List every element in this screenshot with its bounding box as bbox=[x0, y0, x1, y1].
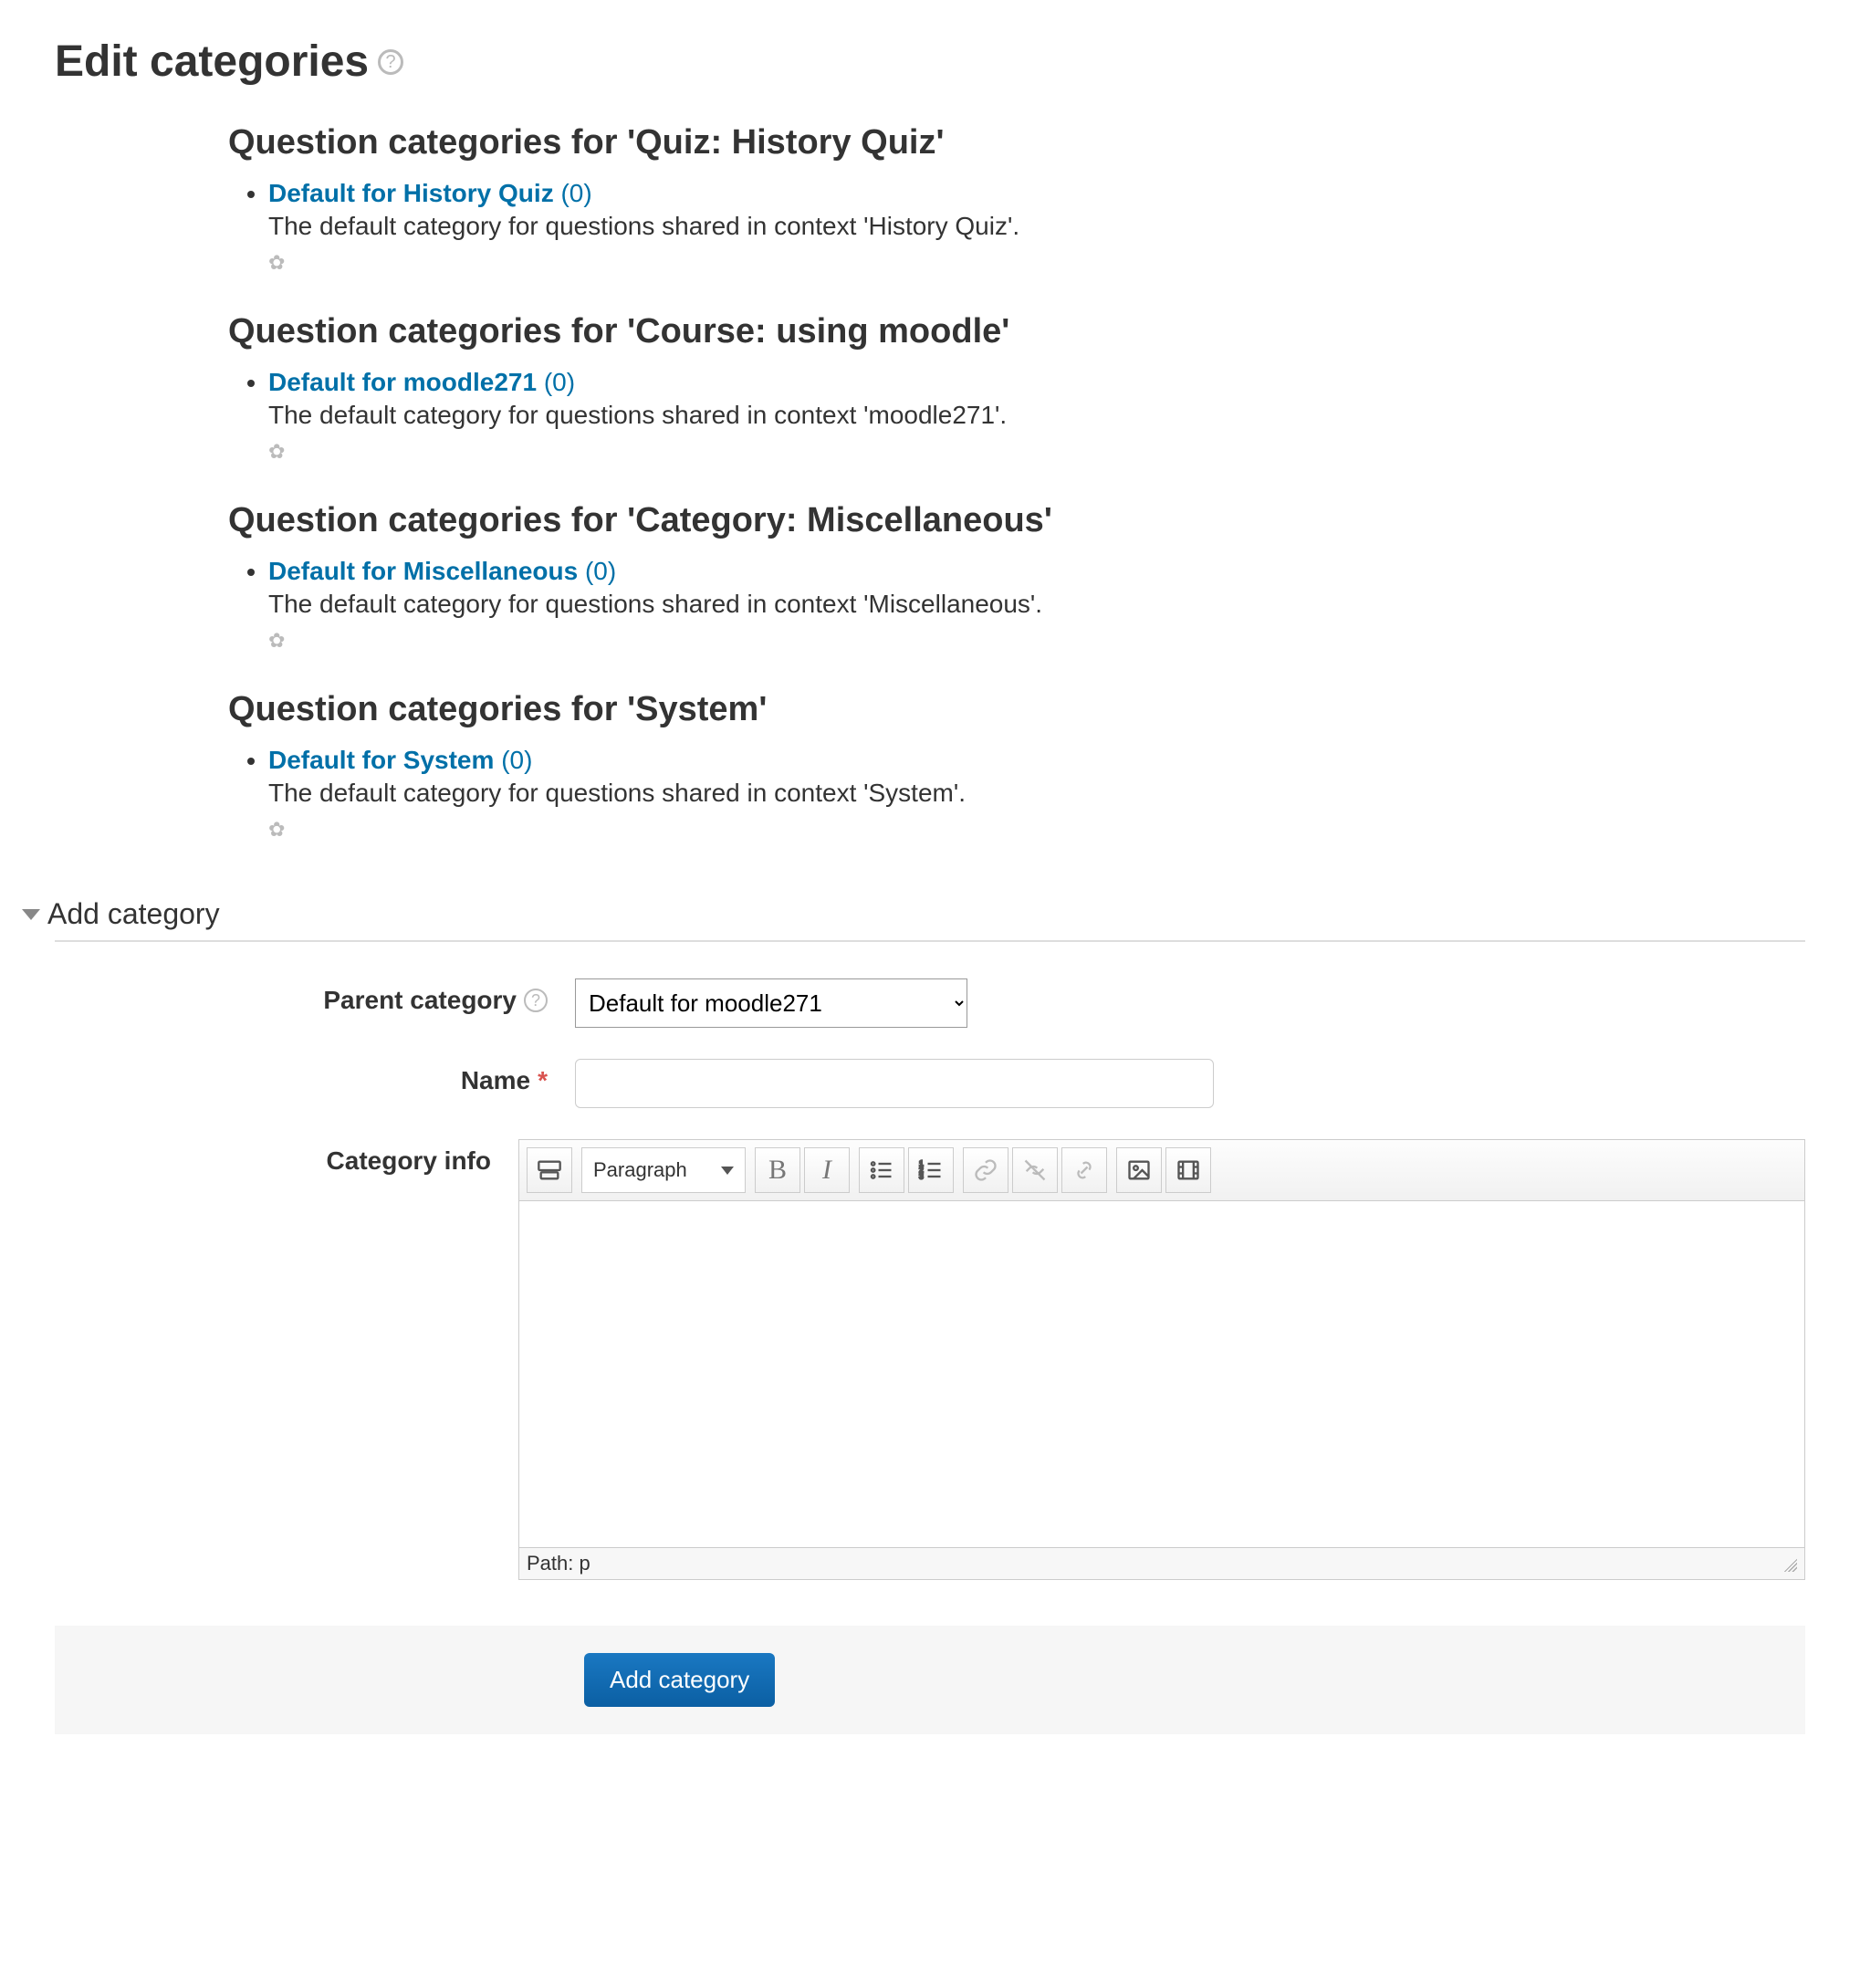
context-block: Question categories for 'Quiz: History Q… bbox=[228, 123, 1805, 276]
category-list: Default for System (0) The default categ… bbox=[268, 746, 1805, 842]
category-desc: The default category for questions share… bbox=[268, 779, 1805, 808]
required-marker: * bbox=[538, 1066, 548, 1095]
paragraph-format-label: Paragraph bbox=[593, 1158, 687, 1182]
category-desc: The default category for questions share… bbox=[268, 590, 1805, 619]
category-link[interactable]: Default for System bbox=[268, 746, 494, 774]
category-list: Default for Miscellaneous (0) The defaul… bbox=[268, 557, 1805, 654]
context-block: Question categories for 'Category: Misce… bbox=[228, 501, 1805, 654]
form-row-name: Name * bbox=[55, 1059, 1805, 1108]
page-title: Edit categories ? bbox=[55, 37, 1805, 87]
submit-row: Add category bbox=[55, 1626, 1805, 1734]
category-item: Default for History Quiz (0) The default… bbox=[268, 179, 1805, 276]
form-row-parent: Parent category ? Default for moodle271 bbox=[55, 978, 1805, 1028]
editor-path-bar: Path: p bbox=[518, 1548, 1805, 1580]
category-desc: The default category for questions share… bbox=[268, 401, 1805, 430]
category-count: (0) bbox=[544, 368, 575, 396]
anchor-button[interactable] bbox=[1061, 1147, 1107, 1193]
gear-icon[interactable]: ✿ bbox=[268, 440, 285, 464]
category-list: Default for moodle271 (0) The default ca… bbox=[268, 368, 1805, 465]
category-list: Default for History Quiz (0) The default… bbox=[268, 179, 1805, 276]
add-category-section: Add category Parent category ? Default f… bbox=[55, 897, 1805, 1734]
parent-category-select[interactable]: Default for moodle271 bbox=[575, 978, 967, 1028]
editor-path-text: Path: p bbox=[527, 1552, 590, 1575]
category-link[interactable]: Default for moodle271 bbox=[268, 368, 537, 396]
form-row-info: Category info Paragraph bbox=[55, 1139, 1805, 1580]
toolbar-toggle-button[interactable] bbox=[527, 1147, 572, 1193]
editor-body[interactable] bbox=[518, 1201, 1805, 1548]
add-category-toggle[interactable]: Add category bbox=[22, 897, 1805, 931]
page-title-text: Edit categories bbox=[55, 37, 369, 87]
name-label-text: Name bbox=[461, 1066, 530, 1095]
svg-text:3: 3 bbox=[919, 1172, 924, 1180]
chevron-down-icon bbox=[22, 909, 40, 920]
context-heading: Question categories for 'Course: using m… bbox=[228, 312, 1805, 351]
category-actions: ✿ bbox=[268, 624, 1805, 654]
category-item: Default for Miscellaneous (0) The defaul… bbox=[268, 557, 1805, 654]
link-button[interactable] bbox=[963, 1147, 1008, 1193]
category-item: Default for moodle271 (0) The default ca… bbox=[268, 368, 1805, 465]
category-actions: ✿ bbox=[268, 246, 1805, 276]
name-input[interactable] bbox=[575, 1059, 1214, 1108]
category-count: (0) bbox=[585, 557, 616, 585]
rich-text-editor: Paragraph B I 123 bbox=[518, 1139, 1805, 1580]
category-desc: The default category for questions share… bbox=[268, 212, 1805, 241]
context-heading: Question categories for 'System' bbox=[228, 690, 1805, 729]
resize-grip-icon[interactable] bbox=[1781, 1555, 1797, 1572]
gear-icon[interactable]: ✿ bbox=[268, 818, 285, 842]
context-block: Question categories for 'System' Default… bbox=[228, 690, 1805, 842]
italic-button[interactable]: I bbox=[804, 1147, 850, 1193]
context-heading: Question categories for 'Category: Misce… bbox=[228, 501, 1805, 540]
gear-icon[interactable]: ✿ bbox=[268, 251, 285, 275]
paragraph-format-select[interactable]: Paragraph bbox=[581, 1147, 746, 1193]
category-count: (0) bbox=[560, 179, 591, 207]
gear-icon[interactable]: ✿ bbox=[268, 629, 285, 653]
category-item: Default for System (0) The default categ… bbox=[268, 746, 1805, 842]
category-count: (0) bbox=[501, 746, 532, 774]
chevron-down-icon bbox=[721, 1167, 734, 1175]
category-link[interactable]: Default for History Quiz bbox=[268, 179, 554, 207]
section-divider bbox=[55, 940, 1805, 942]
editor-toolbar: Paragraph B I 123 bbox=[518, 1139, 1805, 1201]
add-category-button[interactable]: Add category bbox=[584, 1653, 775, 1707]
media-button[interactable] bbox=[1165, 1147, 1211, 1193]
category-info-label-text: Category info bbox=[327, 1146, 491, 1176]
unlink-button[interactable] bbox=[1012, 1147, 1058, 1193]
category-link[interactable]: Default for Miscellaneous bbox=[268, 557, 578, 585]
parent-category-label: Parent category ? bbox=[55, 978, 548, 1015]
context-block: Question categories for 'Course: using m… bbox=[228, 312, 1805, 465]
image-button[interactable] bbox=[1116, 1147, 1162, 1193]
numbered-list-button[interactable]: 123 bbox=[908, 1147, 954, 1193]
parent-category-label-text: Parent category bbox=[323, 986, 517, 1015]
category-actions: ✿ bbox=[268, 813, 1805, 842]
add-category-title: Add category bbox=[47, 897, 220, 931]
bullet-list-button[interactable] bbox=[859, 1147, 904, 1193]
category-info-label: Category info bbox=[55, 1139, 491, 1176]
help-icon[interactable]: ? bbox=[378, 49, 403, 75]
category-actions: ✿ bbox=[268, 435, 1805, 465]
context-heading: Question categories for 'Quiz: History Q… bbox=[228, 123, 1805, 162]
bold-button[interactable]: B bbox=[755, 1147, 800, 1193]
help-icon[interactable]: ? bbox=[524, 989, 548, 1012]
name-label: Name * bbox=[55, 1059, 548, 1095]
